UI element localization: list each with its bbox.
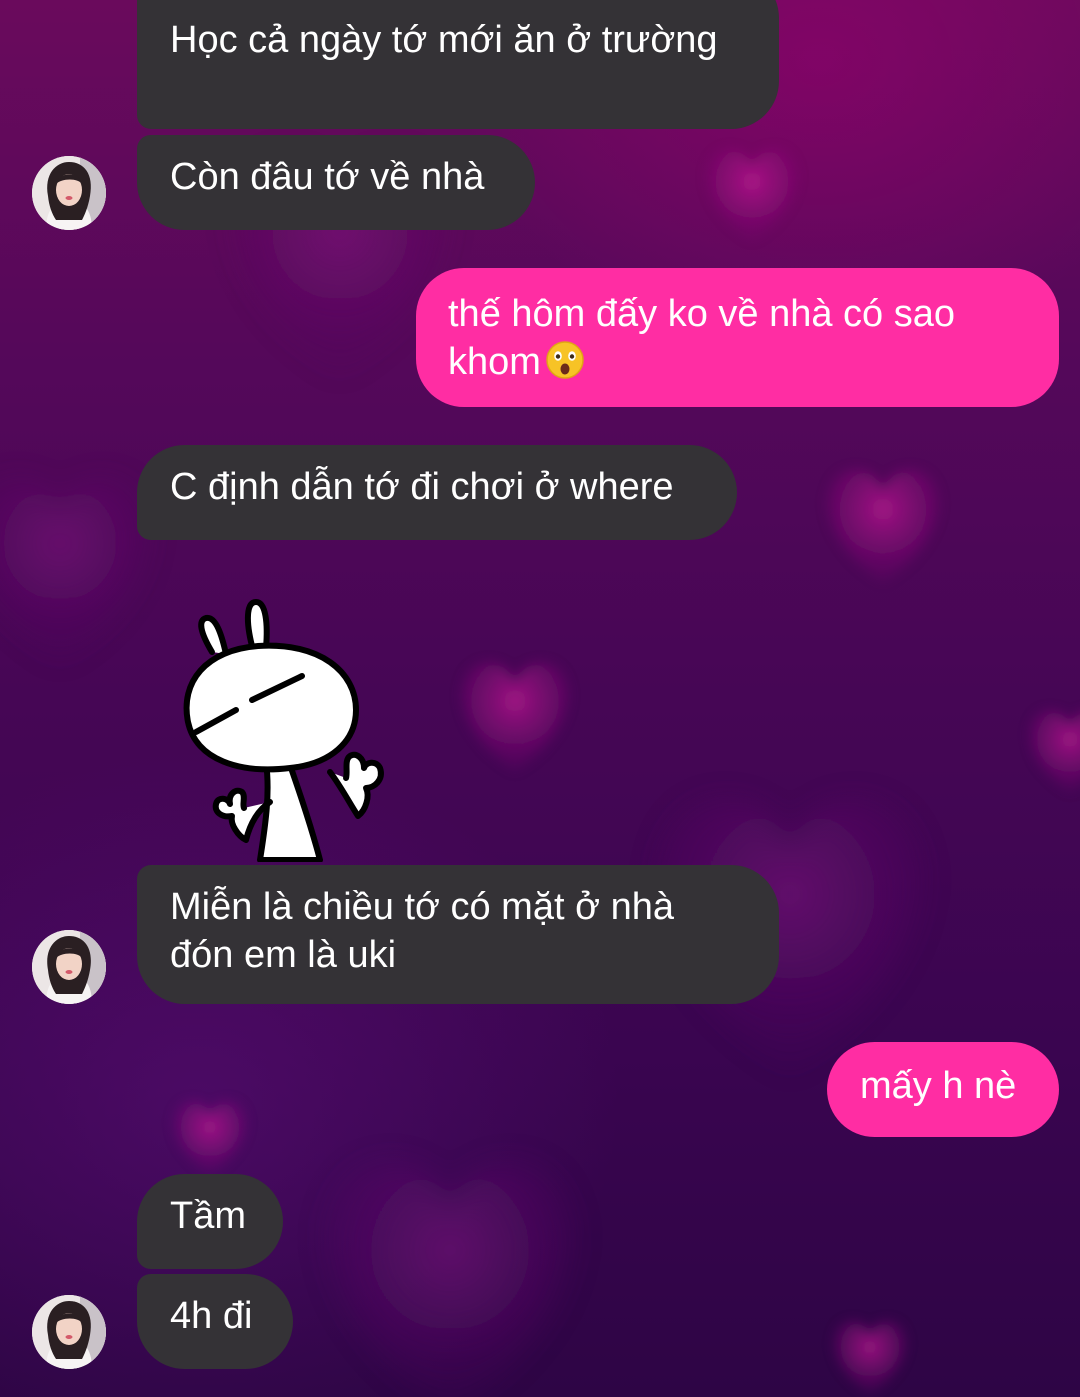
message-text: mấy h nè <box>860 1065 1017 1107</box>
message-bubble-incoming[interactable]: Miễn là chiều tớ có mặt ở nhà đón em là … <box>137 865 779 1004</box>
message-bubble-outgoing[interactable]: mấy h nè <box>827 1042 1059 1137</box>
message-bubble-outgoing[interactable]: thế hôm đấy ko về nhà có sao khom <box>416 268 1059 407</box>
contact-avatar[interactable] <box>32 930 106 1004</box>
message-bubble-incoming[interactable]: 4h đi <box>137 1274 293 1369</box>
heart-shape <box>707 150 797 240</box>
avatar-photo-icon <box>32 156 106 230</box>
contact-avatar[interactable] <box>32 1295 106 1369</box>
message-text: Miễn là chiều tớ có mặt ở nhà đón em là … <box>170 886 674 976</box>
message-bubble-incoming[interactable]: C định dẫn tớ đi chơi ở where <box>137 445 737 540</box>
avatar-photo-icon <box>32 1295 106 1369</box>
message-text: Học cả ngày tớ mới ăn ở trường <box>170 19 718 61</box>
message-bubble-incoming[interactable]: Học cả ngày tớ mới ăn ở trường <box>137 0 779 129</box>
message-text: 4h đi <box>170 1295 253 1337</box>
rabbit-shrug-sticker[interactable] <box>170 592 410 862</box>
message-text: Tầm <box>170 1195 246 1237</box>
message-text: thế hôm đấy ko về nhà có sao khom <box>448 293 955 383</box>
astonished-face-icon <box>546 341 584 379</box>
message-bubble-incoming[interactable]: Tầm <box>137 1174 283 1269</box>
message-text: Còn đâu tớ về nhà <box>170 156 485 198</box>
message-text: C định dẫn tớ đi chơi ở where <box>170 466 674 508</box>
message-bubble-incoming[interactable]: Còn đâu tớ về nhà <box>137 135 535 230</box>
avatar-photo-icon <box>32 930 106 1004</box>
contact-avatar[interactable] <box>32 156 106 230</box>
